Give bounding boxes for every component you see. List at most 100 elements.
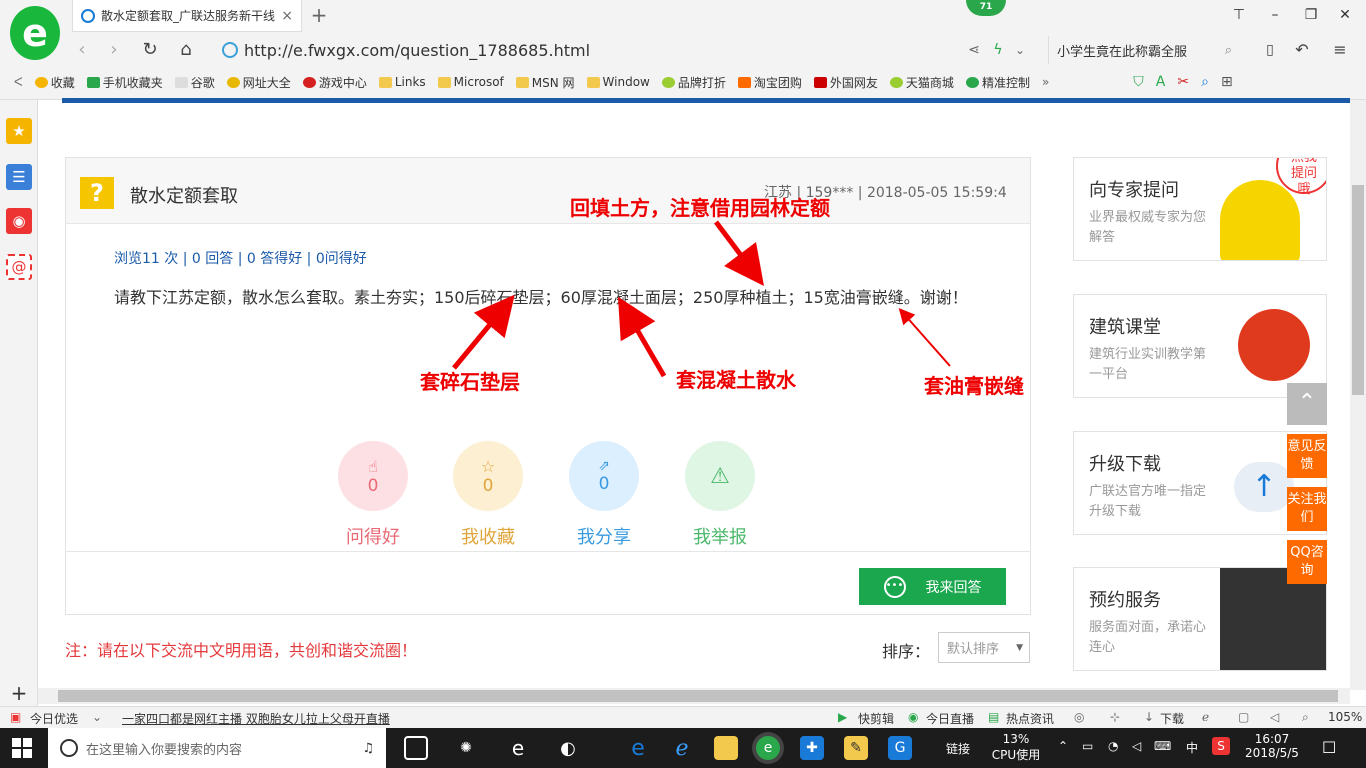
home-icon[interactable]: ⌂ — [174, 38, 198, 62]
bookmark-item[interactable]: 天猫商城 — [889, 74, 954, 91]
bookmark-item[interactable]: 手机收藏夹 — [86, 74, 163, 91]
bookmark-item[interactable]: 谷歌 — [174, 74, 215, 91]
answer-button[interactable]: ••• 我来回答 — [859, 568, 1006, 605]
lightning-icon[interactable]: ϟ — [986, 38, 1010, 62]
notification-badge[interactable]: 71 — [966, 0, 1006, 16]
weibo-icon[interactable]: ◉ — [6, 208, 32, 234]
translate-icon[interactable]: A — [1156, 74, 1166, 90]
volume-icon[interactable]: ◁ — [1132, 739, 1141, 753]
bookmark-item[interactable]: Microsof — [437, 75, 504, 89]
spiral-app-icon[interactable]: ◐ — [556, 736, 580, 760]
status-item-news[interactable]: 热点资讯 — [1006, 710, 1054, 727]
clock[interactable]: 16:07 2018/5/5 — [1240, 732, 1304, 760]
mail-icon[interactable]: @ — [6, 254, 32, 280]
maximize-button[interactable]: ❐ — [1298, 4, 1324, 26]
bookmark-item[interactable]: Links — [378, 75, 426, 89]
share-icon[interactable]: ⋖ — [962, 38, 986, 62]
favorites-star-icon[interactable]: ★ — [6, 118, 32, 144]
status-headline[interactable]: 一家四口都是网红主播 双胞胎女儿拉上父母开直播 — [122, 710, 390, 727]
bookmark-item[interactable]: Window — [586, 75, 650, 89]
bookmarks-more-button[interactable]: » — [1042, 75, 1049, 89]
links-toolbar[interactable]: 链接 — [946, 740, 970, 757]
pin-icon[interactable]: ⊹ — [1110, 710, 1120, 724]
browser-2345-icon[interactable]: e — [756, 736, 780, 760]
status-item-clip[interactable]: 快剪辑 — [858, 710, 894, 727]
windows-start-icon[interactable] — [12, 738, 32, 758]
like-question-button[interactable]: ☝ 0 问得好 — [337, 441, 409, 549]
tray-expand-icon[interactable]: ⌃ — [1058, 739, 1068, 753]
wifi-icon[interactable]: ◔ — [1108, 739, 1118, 753]
bookmark-item[interactable]: MSN 网 — [515, 74, 575, 91]
chevron-down-icon[interactable]: ⌄ — [92, 710, 102, 724]
address-bar[interactable]: http://e.fwxgx.com/question_1788685.html — [222, 36, 1022, 64]
close-window-button[interactable]: ✕ — [1332, 4, 1358, 26]
pinwheel-icon[interactable]: ✺ — [454, 736, 478, 760]
new-tab-button[interactable]: + — [308, 4, 330, 26]
microphone-icon[interactable]: ♫ — [362, 741, 374, 756]
site-info-icon[interactable] — [222, 42, 238, 58]
reading-list-icon[interactable]: ☰ — [6, 164, 32, 190]
sogou-icon[interactable]: S — [1212, 737, 1230, 755]
volume-icon[interactable]: ◁ — [1270, 710, 1279, 724]
share-question-button[interactable]: ⇗ 0 我分享 — [568, 441, 640, 549]
cpu-meter[interactable]: 13% CPU使用 — [990, 732, 1042, 763]
favorite-question-button[interactable]: ☆ 0 我收藏 — [452, 441, 524, 549]
add-icon[interactable]: + — [6, 680, 32, 706]
taskbar-search[interactable]: 在这里输入你要搜索的内容 ♫ — [48, 728, 386, 768]
zoom-icon[interactable]: ⌕ — [1302, 710, 1309, 725]
bookmarks-toggle-icon[interactable]: ᐸ — [14, 75, 23, 89]
menu-icon[interactable]: ≡ — [1328, 38, 1352, 62]
bookmark-item[interactable]: 精准控制 — [965, 74, 1030, 91]
refresh-icon[interactable]: ↻ — [138, 38, 162, 62]
edge-browser-icon[interactable]: e — [626, 736, 650, 761]
shield-icon[interactable]: ⛉ — [1133, 74, 1144, 90]
bookmark-item[interactable]: 品牌打折 — [661, 74, 726, 91]
bookmark-item[interactable]: 淘宝团购 — [737, 74, 802, 91]
keyboard-icon[interactable]: ⌨ — [1154, 739, 1171, 753]
file-explorer-icon[interactable] — [714, 736, 738, 760]
ie-icon[interactable]: ℯ — [1202, 710, 1209, 724]
tab-close-icon[interactable]: × — [281, 8, 293, 24]
browser-logo-icon[interactable]: e — [10, 6, 60, 60]
chevron-down-icon[interactable]: ⌄ — [1008, 38, 1032, 62]
bookmark-item[interactable]: 网址大全 — [226, 74, 291, 91]
ask-expert-card[interactable]: 向专家提问 业界最权威专家为您解答 点我提问哦 — [1073, 157, 1327, 261]
task-view-icon[interactable] — [404, 736, 428, 760]
notification-center-icon[interactable]: ☐ — [1322, 738, 1336, 757]
bookmark-item[interactable]: 收藏 — [34, 74, 75, 91]
search-box[interactable]: 小学生竟在此称霸全服 ⌕ — [1048, 36, 1238, 64]
status-item-live[interactable]: 今日直播 — [926, 710, 974, 727]
apps-icon[interactable]: ⊞ — [1221, 74, 1233, 90]
ie-icon[interactable]: ℯ — [670, 736, 694, 761]
notepad-icon[interactable]: ✎ — [844, 736, 868, 760]
speed-icon[interactable]: ◎ — [1074, 710, 1084, 724]
minimize-button[interactable]: – — [1262, 4, 1288, 26]
feedback-button[interactable]: 意见反馈 — [1287, 434, 1327, 478]
plus-app-icon[interactable]: ✚ — [800, 736, 824, 760]
scissors-icon[interactable]: ✂ — [1177, 74, 1189, 90]
status-today-picks[interactable]: 今日优选 — [30, 710, 78, 727]
edge-icon[interactable]: e — [506, 736, 530, 760]
battery-icon[interactable]: ▭ — [1082, 739, 1093, 753]
sort-select[interactable]: 默认排序 ▼ — [938, 632, 1030, 663]
zoom-icon[interactable]: ⌕ — [1201, 74, 1209, 90]
browser-tab[interactable]: 散水定额套取_广联达服务新干线 × — [72, 0, 302, 32]
qq-consult-button[interactable]: QQ咨询 — [1287, 540, 1327, 584]
search-icon[interactable]: ⌕ — [1225, 43, 1232, 58]
zoom-level[interactable]: 105% — [1328, 710, 1362, 724]
ime-indicator[interactable]: 中 — [1186, 739, 1198, 756]
follow-us-button[interactable]: 关注我们 — [1287, 487, 1327, 531]
undo-icon[interactable]: ↶ — [1290, 38, 1314, 62]
back-to-top-button[interactable]: ⌃ — [1287, 383, 1327, 425]
window-icon[interactable]: ▢ — [1238, 710, 1249, 724]
horizontal-scroll-thumb[interactable] — [58, 690, 1338, 702]
bookmark-item[interactable]: 外国网友 — [813, 74, 878, 91]
status-item-download[interactable]: 下载 — [1160, 710, 1184, 727]
bookmark-item[interactable]: 游戏中心 — [302, 74, 367, 91]
mobile-icon[interactable]: ▯ — [1258, 38, 1282, 62]
vertical-scroll-thumb[interactable] — [1352, 185, 1364, 395]
glodon-app-icon[interactable]: G — [888, 736, 912, 760]
report-question-button[interactable]: ⚠ 我举报 — [684, 441, 756, 549]
shirt-icon[interactable]: ⊤ — [1226, 4, 1252, 26]
forward-icon[interactable]: › — [102, 38, 126, 62]
